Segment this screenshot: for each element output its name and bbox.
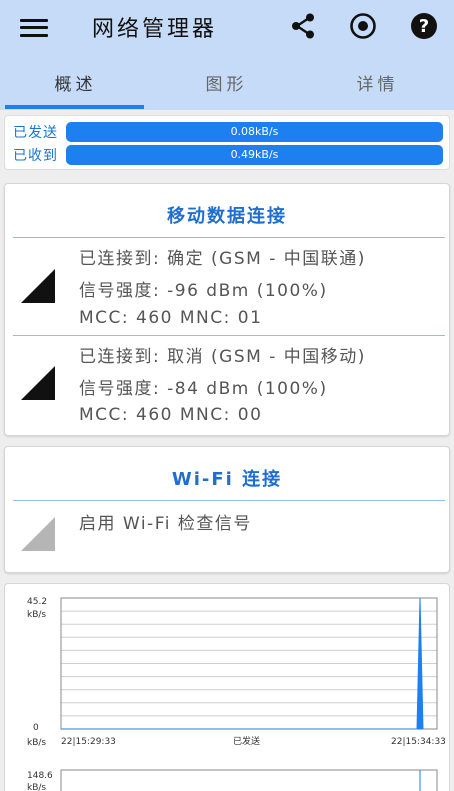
sent-row: 已发送 0.08kB/s	[5, 121, 451, 143]
sent-y-min-unit: kB/s	[27, 738, 46, 748]
sent-y-min: 0	[33, 723, 39, 733]
app-bar: 网络管理器 ?	[0, 0, 454, 62]
sent-chart-grid	[61, 610, 437, 717]
sim2-connection: 已连接到: 取消 (GSM - 中国移动)	[79, 347, 366, 367]
tab-graph[interactable]: 图形	[151, 62, 302, 110]
wifi-card: Wi-Fi 连接 启用 Wi-Fi 检查信号	[4, 446, 450, 573]
wifi-signal-icon	[21, 517, 55, 551]
traffic-chart: 45.2 kB/s 0 kB/s 22|15:29:33 已发送 22|15:3…	[27, 597, 446, 791]
record-icon[interactable]	[349, 12, 377, 40]
received-y-max-unit: kB/s	[27, 783, 46, 791]
sent-y-max-unit: kB/s	[27, 610, 46, 620]
received-label: 已收到	[13, 148, 58, 164]
signal-strength-icon	[21, 366, 55, 400]
hamburger-menu-icon[interactable]	[20, 14, 48, 42]
received-row: 已收到 0.49kB/s	[5, 144, 451, 166]
sent-x-end: 22|15:34:33	[391, 737, 446, 747]
sim2-signal: 信号强度: -84 dBm (100%)	[79, 379, 328, 399]
divider	[13, 335, 445, 336]
sent-x-caption: 已发送	[233, 735, 260, 747]
sim1-signal: 信号强度: -96 dBm (100%)	[79, 281, 328, 301]
sim2-mcc-mnc: MCC: 460 MNC: 00	[79, 405, 263, 425]
sent-rate-bar: 0.08kB/s	[66, 122, 443, 142]
sim1-connection: 已连接到: 确定 (GSM - 中国联通)	[79, 249, 366, 269]
traffic-chart-card: 45.2 kB/s 0 kB/s 22|15:29:33 已发送 22|15:3…	[4, 583, 450, 791]
help-icon[interactable]: ?	[410, 12, 438, 40]
tab-overview[interactable]: 概述	[0, 62, 151, 110]
tab-details[interactable]: 详情	[302, 62, 453, 110]
traffic-card: 已发送 0.08kB/s 已收到 0.49kB/s	[4, 115, 450, 170]
received-chart-frame	[60, 769, 438, 791]
wifi-message: 启用 Wi-Fi 检查信号	[79, 514, 252, 534]
svg-text:?: ?	[419, 16, 429, 37]
wifi-title: Wi-Fi 连接	[171, 469, 283, 490]
tab-indicator	[5, 105, 144, 109]
mobile-data-title: 移动数据连接	[167, 206, 287, 227]
share-icon[interactable]	[289, 12, 317, 40]
sent-y-max: 45.2	[27, 597, 47, 607]
divider	[13, 500, 445, 501]
received-y-max: 148.6	[27, 771, 53, 781]
tab-bar: 概述 图形 详情	[0, 62, 454, 110]
sim1-mcc-mnc: MCC: 460 MNC: 01	[79, 308, 263, 328]
sent-x-start: 22|15:29:33	[61, 737, 116, 747]
sent-label: 已发送	[13, 125, 58, 141]
signal-strength-icon	[21, 269, 55, 303]
app-title: 网络管理器	[92, 17, 218, 42]
divider	[13, 237, 445, 238]
mobile-data-card: 移动数据连接 已连接到: 确定 (GSM - 中国联通) 信号强度: -96 d…	[4, 183, 450, 436]
received-rate-bar: 0.49kB/s	[66, 145, 443, 165]
